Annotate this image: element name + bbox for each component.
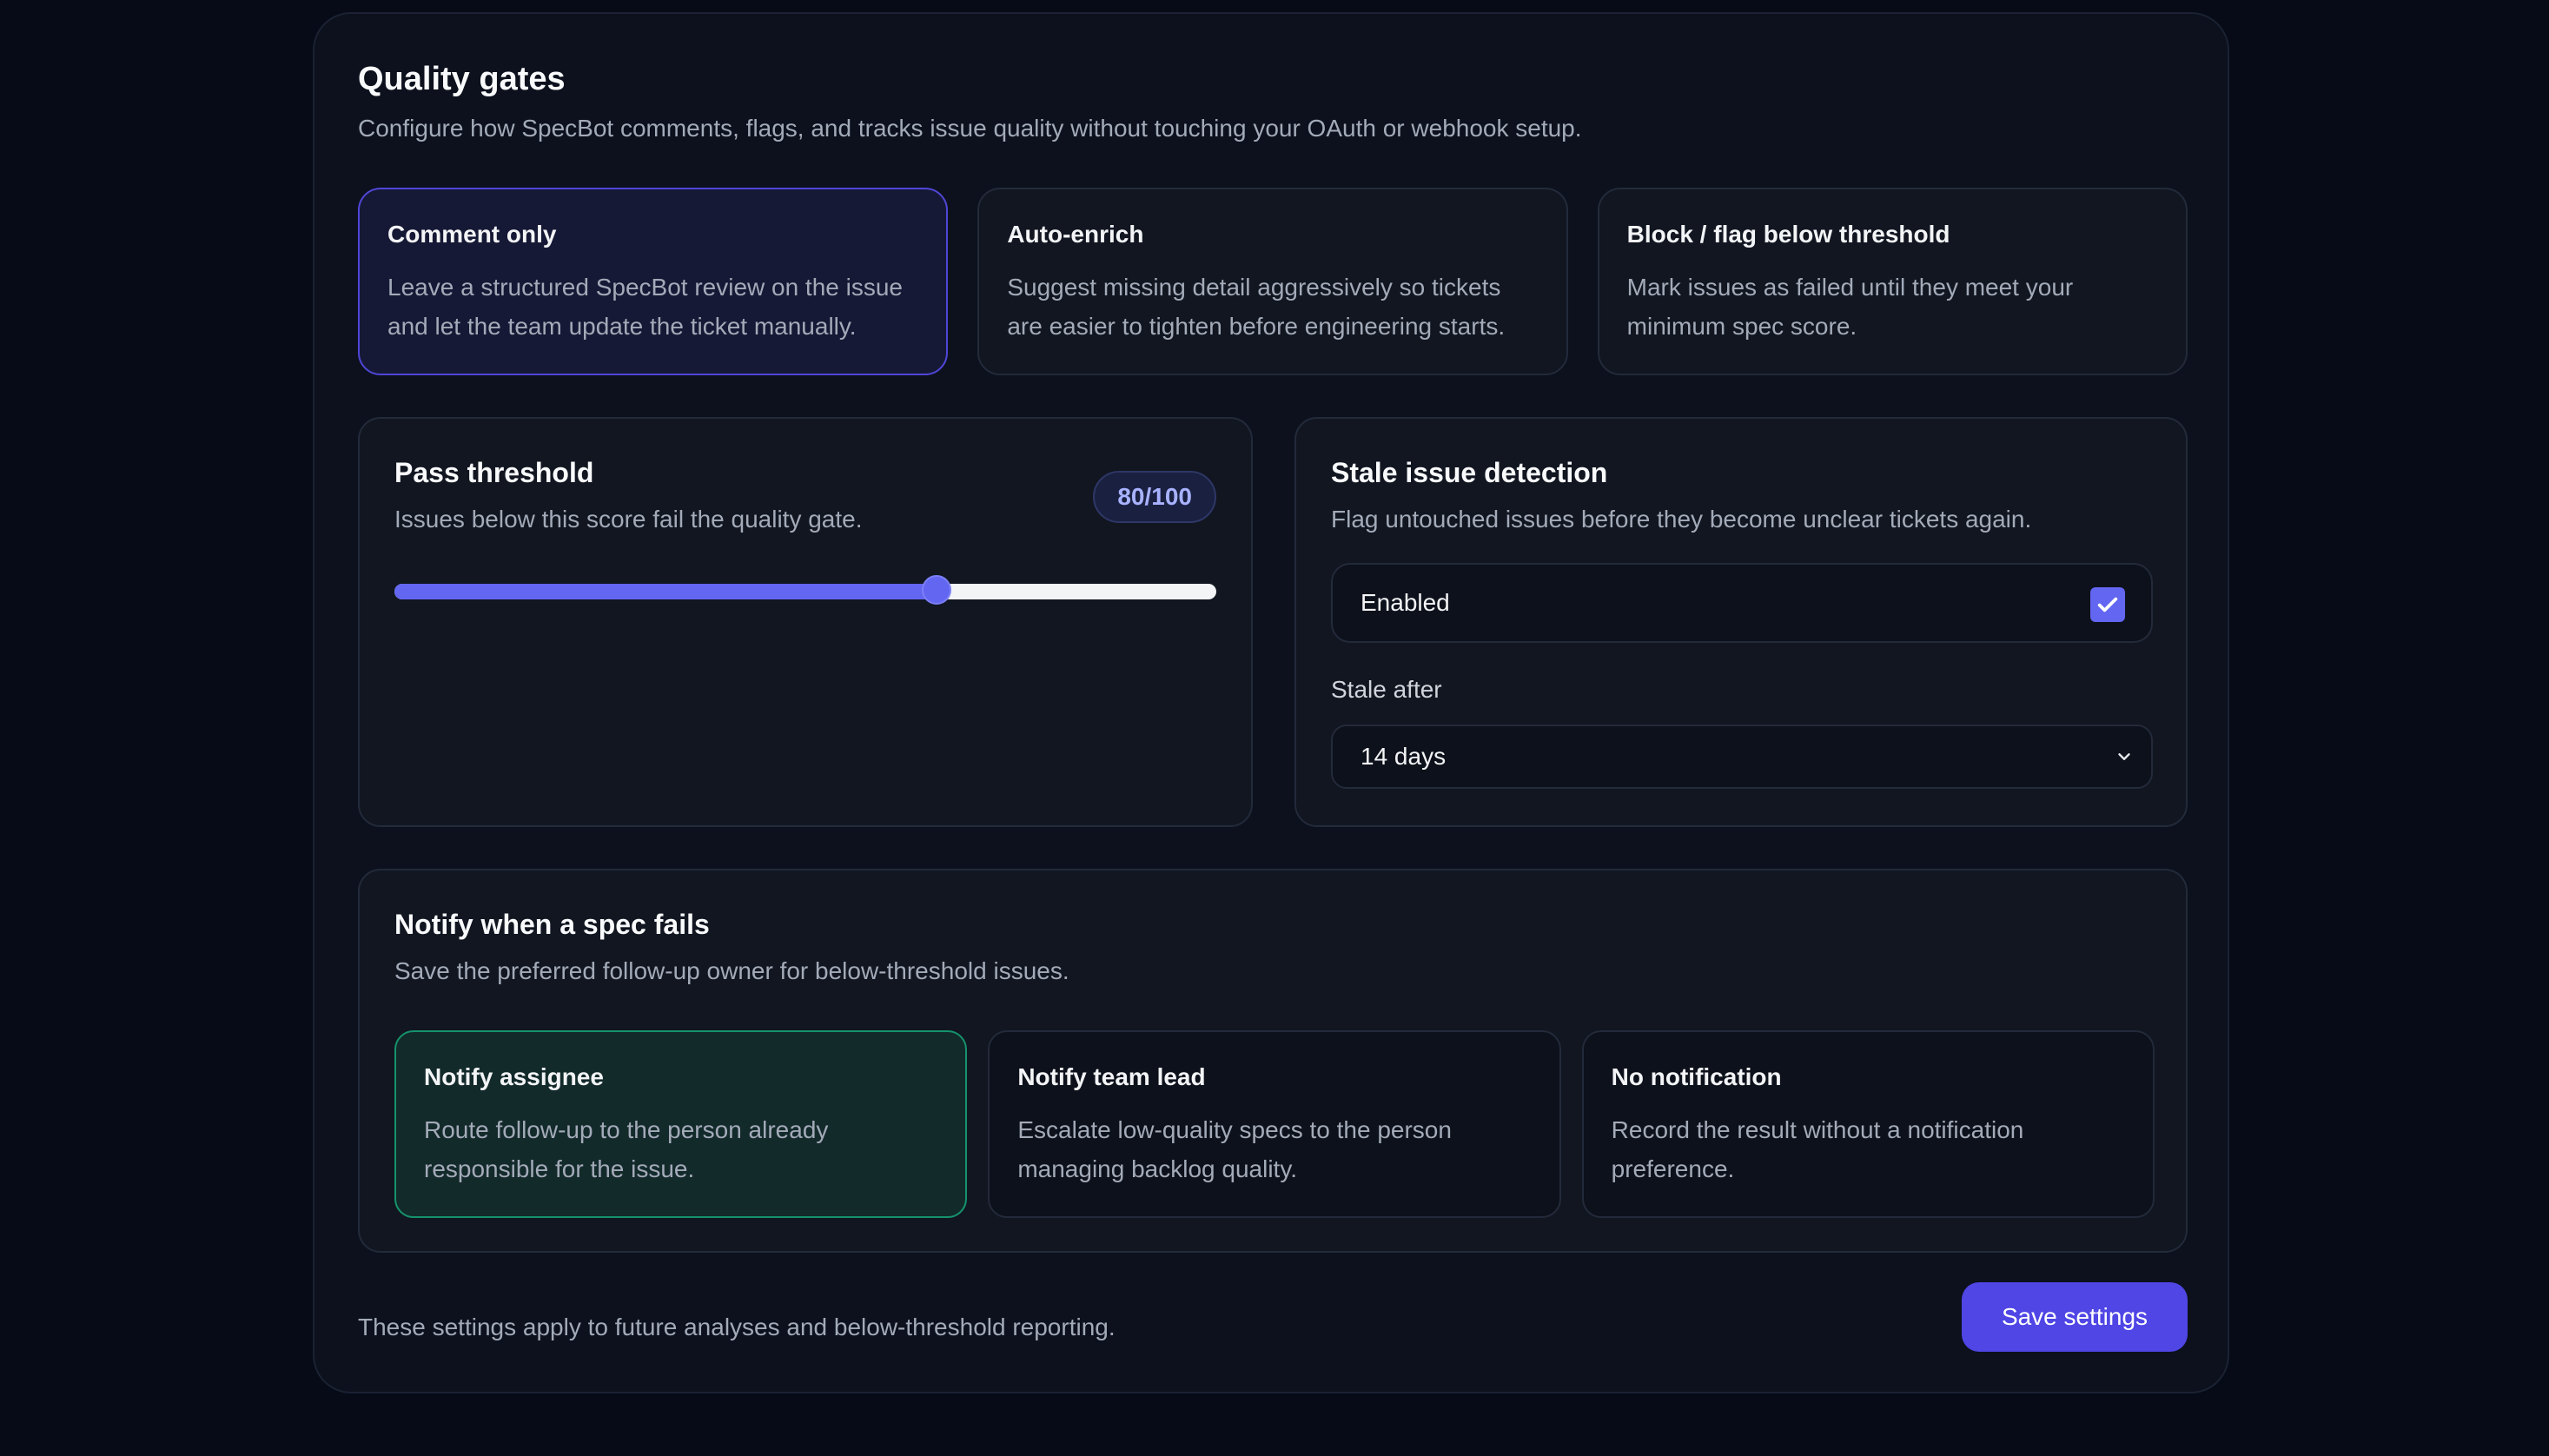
quality-gates-panel: Quality gates Configure how SpecBot comm…	[313, 12, 2229, 1393]
threshold-slider[interactable]	[394, 575, 1216, 605]
notify-option-description: Route follow-up to the person already re…	[424, 1116, 829, 1182]
threshold-value-badge: 80/100	[1093, 471, 1216, 523]
slider-fill	[394, 584, 937, 599]
select-value: 14 days	[1361, 743, 1447, 770]
notify-option-team-lead[interactable]: Notify team lead Escalate low-quality sp…	[988, 1030, 1561, 1218]
mode-card-title: Auto-enrich	[1007, 221, 1144, 248]
checkmark-icon	[2097, 597, 2118, 612]
notify-option-title: Notify assignee	[424, 1063, 604, 1090]
mode-card-description: Mark issues as failed until they meet yo…	[1626, 274, 2074, 340]
footer-note: These settings apply to future analyses …	[358, 1314, 1116, 1340]
notify-option-description: Record the result without a notification…	[1611, 1116, 2024, 1182]
notify-options: Notify assignee Route follow-up to the p…	[394, 1030, 2155, 1218]
mode-card-description: Suggest missing detail aggressively so t…	[1007, 274, 1506, 340]
page-subtitle: Configure how SpecBot comments, flags, a…	[358, 115, 1582, 142]
mode-card-comment-only[interactable]: Comment only Leave a structured SpecBot …	[358, 188, 949, 375]
save-settings-button[interactable]: Save settings	[1962, 1282, 2188, 1352]
mode-card-auto-enrich[interactable]: Auto-enrich Suggest missing detail aggre…	[977, 188, 1568, 375]
stale-title: Stale issue detection	[1331, 457, 1608, 488]
page-title: Quality gates	[358, 61, 566, 97]
mode-card-block-flag[interactable]: Block / flag below threshold Mark issues…	[1597, 188, 2188, 375]
stale-after-label: Stale after	[1331, 676, 1442, 703]
threshold-subtitle: Issues below this score fail the quality…	[394, 506, 863, 533]
enabled-checkbox[interactable]	[2090, 587, 2125, 622]
mode-card-title: Comment only	[387, 221, 557, 248]
notify-option-none[interactable]: No notification Record the result withou…	[1581, 1030, 2155, 1218]
notify-subtitle: Save the preferred follow-up owner for b…	[394, 957, 1069, 984]
notify-option-title: No notification	[1611, 1063, 1782, 1090]
toggle-label: Enabled	[1361, 589, 1450, 616]
mode-card-description: Leave a structured SpecBot review on the…	[387, 274, 904, 340]
notify-title: Notify when a spec fails	[394, 909, 710, 940]
stale-after-select[interactable]: 14 days	[1331, 725, 2153, 789]
stale-detection-section: Stale issue detection Flag untouched iss…	[1294, 417, 2188, 827]
notify-option-description: Escalate low-quality specs to the person…	[1017, 1116, 1452, 1182]
gate-mode-options: Comment only Leave a structured SpecBot …	[358, 188, 2188, 375]
notify-option-title: Notify team lead	[1017, 1063, 1206, 1090]
pass-threshold-section: Pass threshold Issues below this score f…	[358, 417, 1253, 827]
notify-option-assignee[interactable]: Notify assignee Route follow-up to the p…	[394, 1030, 968, 1218]
threshold-title: Pass threshold	[394, 457, 594, 488]
stale-enabled-toggle[interactable]: Enabled	[1331, 563, 2153, 643]
stale-subtitle: Flag untouched issues before they become…	[1331, 506, 2032, 533]
notify-section: Notify when a spec fails Save the prefer…	[358, 869, 2188, 1253]
mode-card-title: Block / flag below threshold	[1626, 221, 1950, 248]
chevron-down-icon	[2118, 753, 2130, 760]
slider-thumb[interactable]	[922, 575, 952, 605]
